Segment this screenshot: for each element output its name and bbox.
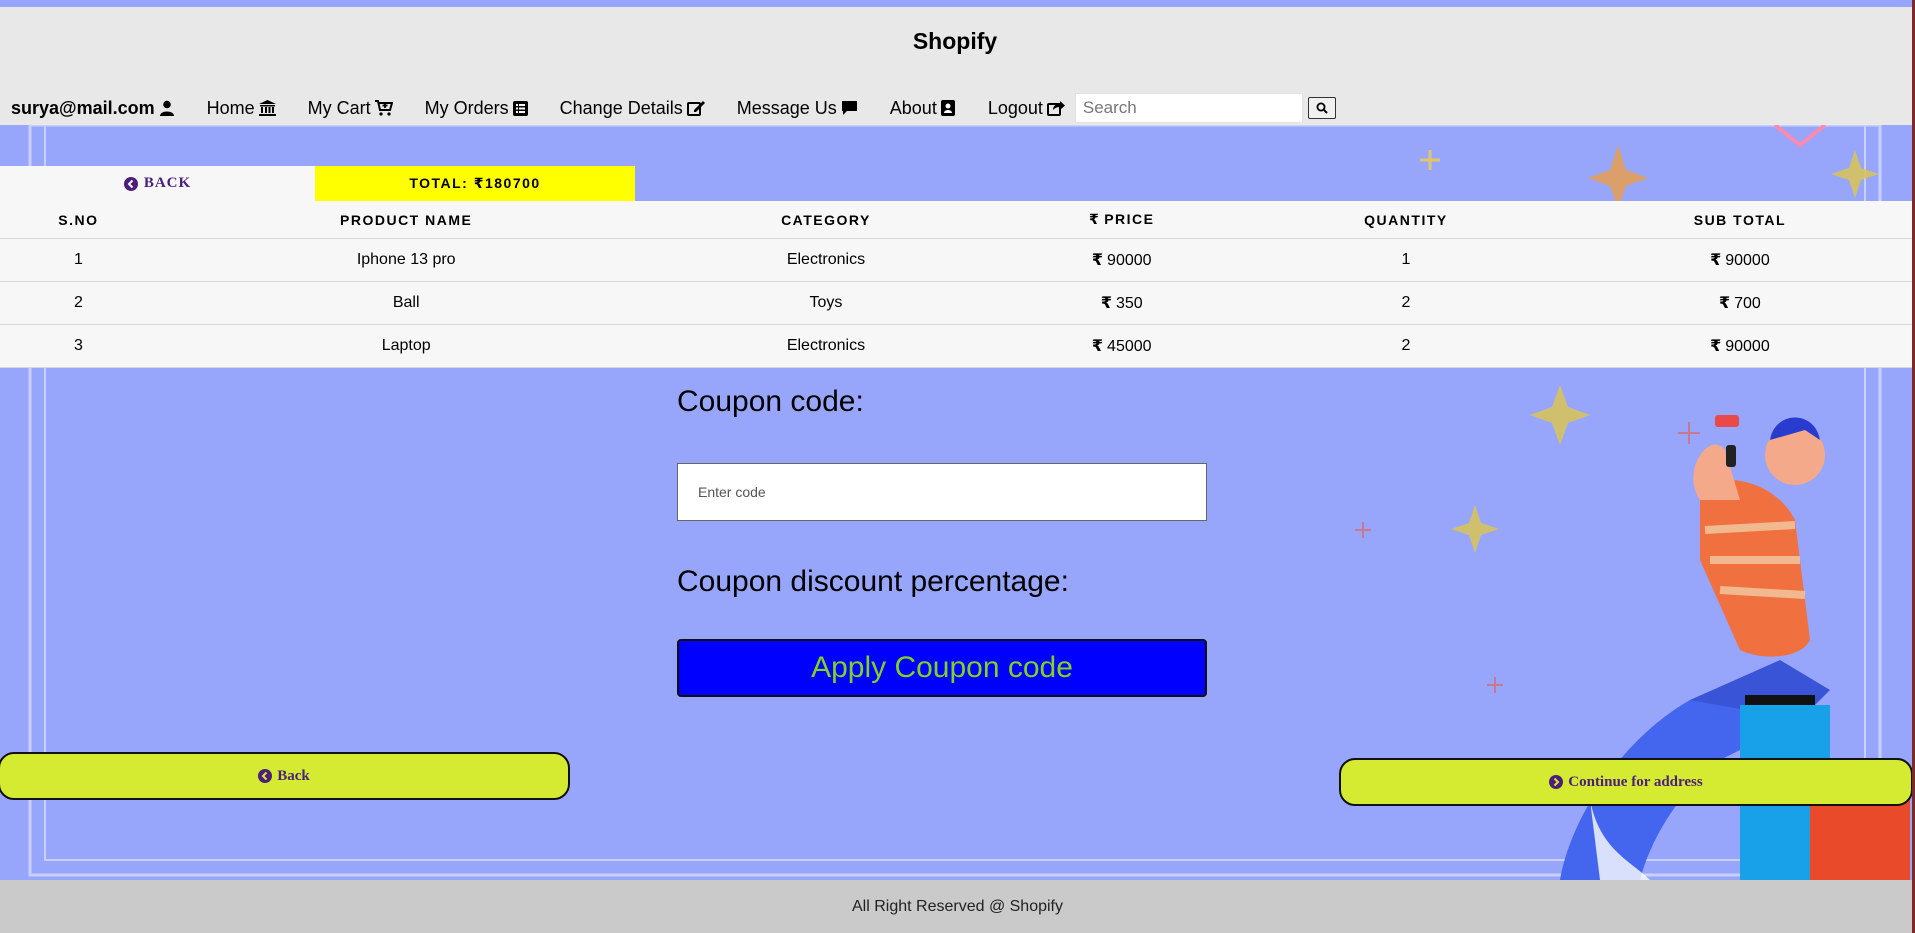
nav-about[interactable]: About (890, 98, 956, 119)
cell-category: Electronics (655, 238, 997, 282)
col-product-name: PRODUCT NAME (156, 201, 656, 239)
cell-sno: 2 (0, 281, 157, 325)
nav-change-details[interactable]: Change Details (560, 98, 705, 119)
user-email[interactable]: surya@mail.com (11, 98, 155, 119)
rupee-icon: ₹ (1091, 338, 1104, 355)
table-back-label: BACK (143, 175, 192, 191)
share-square-icon (1046, 101, 1065, 116)
nav-change-details-label: Change Details (559, 97, 683, 118)
nav-my-orders[interactable]: My Orders (425, 98, 528, 119)
col-quantity: QUANTITY (1247, 201, 1565, 239)
cell-category: Toys (655, 281, 997, 325)
cell-quantity: 2 (1247, 281, 1565, 325)
background-illustration (28, 123, 1910, 880)
cart-total: TOTAL: ₹180700 (315, 166, 635, 201)
cell-product-name: Laptop (156, 324, 656, 368)
nav-my-cart[interactable]: My Cart (308, 98, 393, 119)
nav-bar: surya@mail.com Home My Cart My Orders Ch… (11, 90, 1336, 126)
cell-subtotal-value: 700 (1734, 295, 1761, 312)
cell-sno: 3 (0, 324, 157, 368)
continue-for-address-button[interactable]: Continue for address (1339, 758, 1913, 806)
cart-plus-icon (374, 100, 393, 116)
nav-logout[interactable]: Logout (988, 98, 1065, 119)
list-alt-icon (512, 100, 528, 116)
bank-icon (258, 100, 276, 116)
cell-subtotal: ₹90000 (1564, 324, 1915, 368)
table-back-button[interactable]: BACK (0, 166, 315, 201)
nav-home-label: Home (206, 97, 255, 118)
back-button[interactable]: Back (0, 752, 570, 800)
cell-price-value: 45000 (1107, 338, 1152, 355)
col-sub-total: SUB TOTAL (1564, 201, 1915, 239)
cell-category: Electronics (655, 324, 997, 368)
cell-price-value: 350 (1115, 295, 1143, 312)
nav-home[interactable]: Home (207, 98, 276, 119)
cell-quantity: 1 (1247, 238, 1565, 282)
back-button-label: Back (277, 767, 310, 784)
col-price-label: PRICE (1104, 211, 1155, 227)
cell-sno: 1 (0, 238, 157, 282)
cell-price: ₹90000 (996, 238, 1248, 282)
nav-user[interactable]: surya@mail.com (11, 98, 175, 119)
arrow-circle-left-icon (258, 769, 273, 783)
coupon-discount-heading: Coupon discount percentage: (677, 565, 1069, 598)
address-book-icon (940, 100, 955, 116)
rupee-icon: ₹ (1100, 295, 1112, 312)
rupee-icon: ₹ (1710, 252, 1722, 269)
coupon-section: Coupon code: Coupon discount percentage:… (677, 385, 1207, 697)
edit-icon (686, 101, 705, 116)
cell-price: ₹45000 (996, 324, 1248, 368)
cell-subtotal: ₹700 (1564, 281, 1915, 325)
nav-about-label: About (889, 97, 937, 118)
search-input[interactable] (1074, 93, 1303, 123)
user-icon (159, 100, 174, 116)
col-category: CATEGORY (655, 201, 997, 239)
brand-title[interactable]: Shopify (0, 28, 1910, 55)
nav-message-us-label: Message Us (736, 97, 837, 118)
coupon-code-heading: Coupon code: (677, 385, 864, 418)
site-footer: All Right Reserved @ Shopify (0, 880, 1915, 933)
table-row: 1 Iphone 13 pro Electronics ₹90000 1 ₹90… (0, 238, 1915, 282)
search-icon (1316, 102, 1328, 114)
rupee-icon: ₹ (1088, 211, 1101, 227)
cell-quantity: 2 (1247, 324, 1565, 368)
top-strip (0, 0, 1915, 7)
search-button[interactable] (1307, 97, 1336, 119)
cell-product-name: Iphone 13 pro (156, 238, 656, 282)
cell-subtotal-value: 90000 (1725, 252, 1770, 269)
nav-my-orders-label: My Orders (424, 97, 509, 118)
arrow-circle-left-icon (123, 176, 138, 191)
table-row: 2 Ball Toys ₹350 2 ₹700 (0, 281, 1915, 325)
rupee-icon: ₹ (1718, 295, 1731, 312)
nav-logout-label: Logout (987, 97, 1043, 118)
footer-text: All Right Reserved @ Shopify (852, 897, 1063, 915)
nav-my-cart-label: My Cart (307, 97, 371, 118)
table-header-row: S.NO PRODUCT NAME CATEGORY ₹ PRICE QUANTI… (0, 201, 1915, 239)
site-header: Shopify surya@mail.com Home My Cart My O… (0, 7, 1912, 125)
col-sno: S.NO (0, 201, 157, 239)
col-price: ₹ PRICE (996, 201, 1248, 239)
comment-icon (841, 101, 857, 115)
rupee-icon: ₹ (1091, 252, 1104, 269)
arrow-circle-right-icon (1549, 775, 1564, 789)
cart-action-bar: BACK TOTAL: ₹180700 (0, 166, 1915, 201)
table-row: 3 Laptop Electronics ₹45000 2 ₹90000 (0, 324, 1915, 368)
nav-message-us[interactable]: Message Us (737, 98, 858, 119)
cell-subtotal: ₹90000 (1564, 238, 1915, 282)
apply-coupon-button[interactable]: Apply Coupon code (677, 639, 1207, 697)
rupee-icon: ₹ (1710, 338, 1722, 355)
cell-price-value: 90000 (1107, 252, 1152, 269)
continue-button-label: Continue for address (1568, 773, 1703, 790)
cell-product-name: Ball (156, 281, 656, 325)
cell-price: ₹350 (996, 281, 1248, 325)
cart-table: S.NO PRODUCT NAME CATEGORY ₹ PRICE QUANTI… (0, 201, 1915, 368)
coupon-code-input[interactable] (677, 463, 1207, 521)
cell-subtotal-value: 90000 (1725, 338, 1770, 355)
